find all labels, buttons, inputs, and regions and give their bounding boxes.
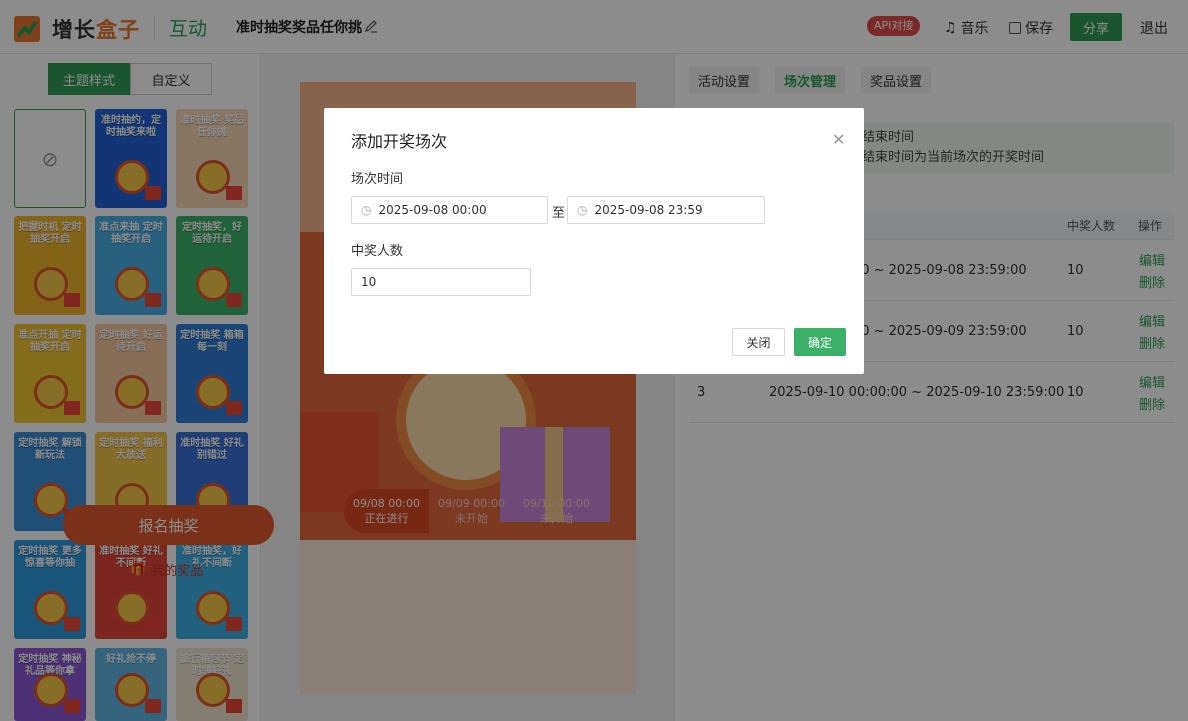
winners-input[interactable]: 10 (351, 268, 531, 296)
confirm-button[interactable]: 确定 (794, 328, 846, 356)
close-icon[interactable]: ✕ (832, 130, 845, 149)
end-time-input[interactable]: ◷ 2025-09-08 23:59 (567, 196, 765, 224)
range-separator: 至 (552, 206, 566, 221)
session-time-label: 场次时间 (351, 172, 404, 187)
dialog-title: 添加开奖场次 (351, 132, 448, 151)
add-session-dialog: 添加开奖场次 ✕ 场次时间 ◷ 2025-09-08 00:00 至 ◷ 2025-… (324, 108, 864, 374)
clock-icon: ◷ (361, 203, 372, 217)
cancel-button[interactable]: 关闭 (732, 328, 785, 356)
clock-icon: ◷ (577, 203, 588, 217)
start-time-input[interactable]: ◷ 2025-09-08 00:00 (351, 196, 548, 224)
winners-label: 中奖人数 (351, 244, 404, 259)
